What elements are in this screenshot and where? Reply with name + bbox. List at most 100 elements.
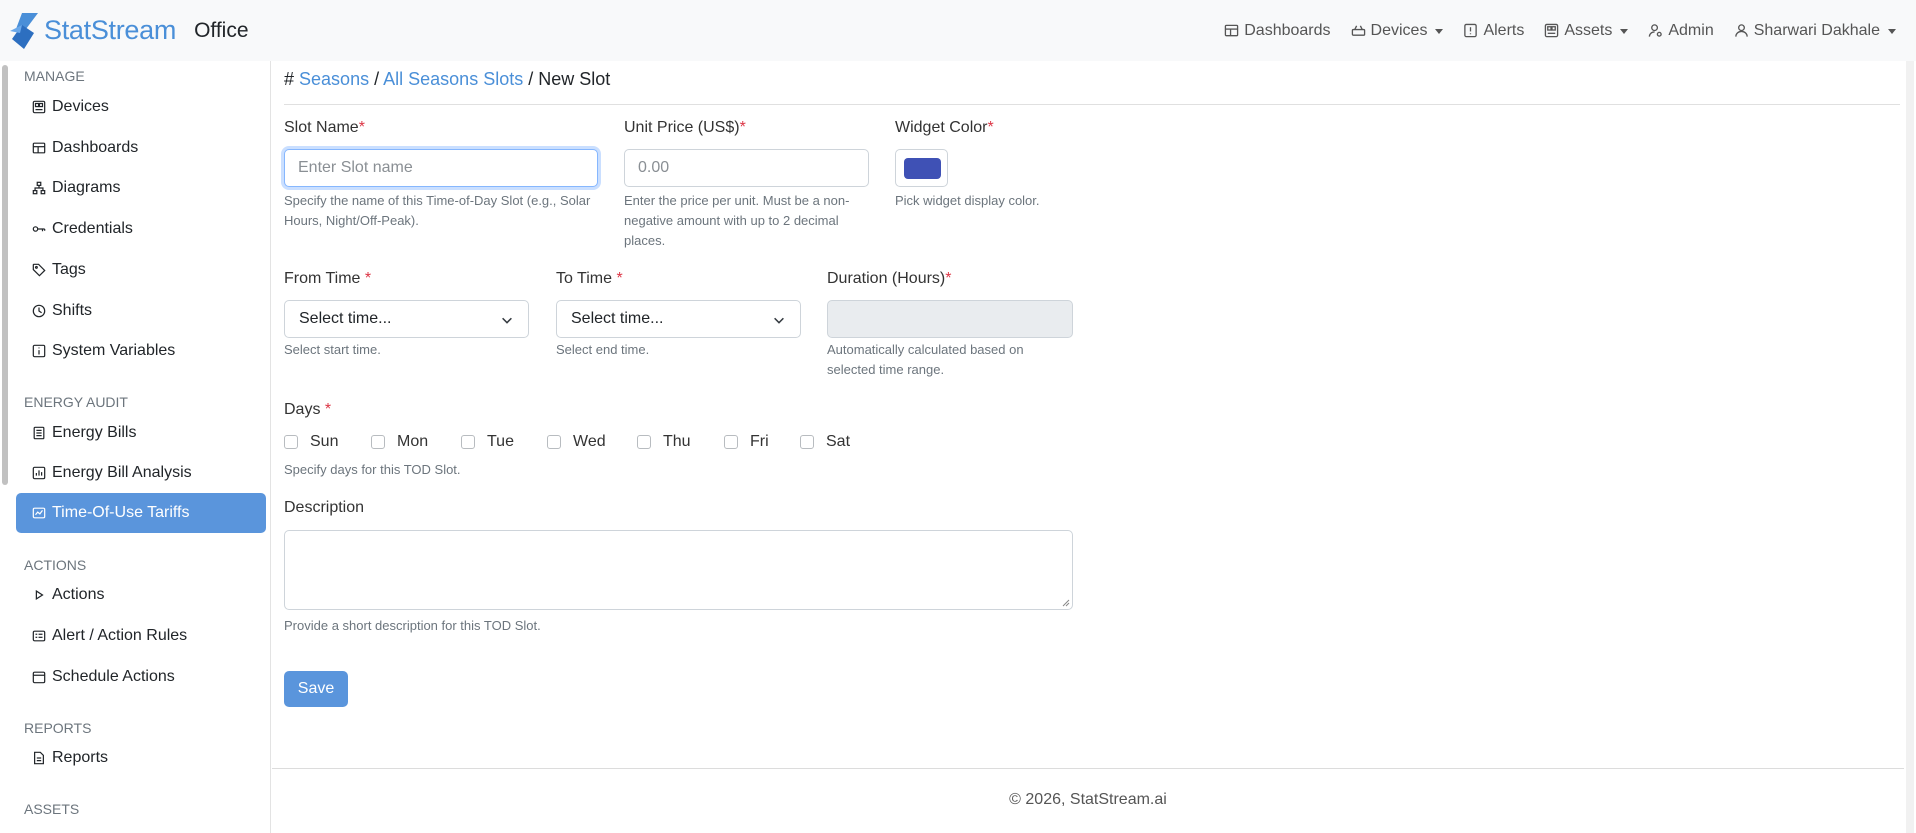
checkbox[interactable] (371, 435, 385, 449)
breadcrumb: # Seasons / All Seasons Slots / New Slot (284, 69, 610, 90)
page-scrollbar[interactable] (1906, 61, 1914, 833)
day-checkbox-fri[interactable]: Fri (724, 433, 769, 451)
sidebar-item-time-of-use-tariffs[interactable]: Time-Of-Use Tariffs (16, 493, 266, 533)
diagram-icon (32, 181, 46, 195)
sidebar-scrollbar[interactable] (2, 65, 8, 485)
sidebar-item-label: Tags (52, 261, 86, 278)
breadcrumb-seasons-link[interactable]: Seasons (299, 69, 369, 89)
sidebar-item-label: Alert / Action Rules (52, 627, 188, 644)
checkbox[interactable] (461, 435, 475, 449)
required-mark: * (358, 119, 365, 136)
slot-name-input[interactable] (284, 149, 598, 187)
required-mark: * (616, 270, 623, 287)
widget-color-picker[interactable] (895, 149, 948, 187)
to-time-select[interactable]: Select time... (556, 300, 801, 338)
rules-icon (32, 630, 46, 642)
brand[interactable]: StatStream Office (8, 11, 249, 51)
nav-alerts[interactable]: Alerts (1463, 22, 1524, 40)
devices-icon (1351, 25, 1365, 36)
save-button[interactable]: Save (284, 671, 348, 707)
nav-dashboards-label: Dashboards (1244, 21, 1331, 39)
breadcrumb-divider (284, 104, 1900, 105)
nav-user-menu[interactable]: Sharwari Dakhale (1734, 22, 1896, 40)
checkbox[interactable] (284, 435, 298, 449)
sidebar-item-credentials[interactable]: Credentials (16, 209, 266, 249)
from-time-hint: Select start time. (284, 342, 381, 357)
report-icon (34, 751, 44, 765)
calendar-icon (32, 671, 46, 684)
sidebar-section-manage: MANAGE (24, 68, 85, 84)
footer-divider (272, 768, 1904, 769)
key-icon (32, 226, 46, 232)
nav-assets[interactable]: Assets (1544, 21, 1629, 40)
checkbox[interactable] (800, 435, 814, 449)
description-label: Description (284, 499, 365, 516)
nav-admin-label: Admin (1668, 21, 1714, 39)
breadcrumb-all-slots-link[interactable]: All Seasons Slots (383, 69, 523, 89)
required-mark: * (324, 401, 332, 418)
sidebar-section-energy-audit: ENERGY AUDIT (24, 394, 128, 410)
sidebar-item-devices[interactable]: Devices (16, 87, 266, 127)
chevron-down-icon (774, 317, 784, 324)
sidebar-item-diagrams[interactable]: Diagrams (16, 168, 266, 208)
sidebar-item-alert-action-rules[interactable]: Alert / Action Rules (16, 616, 266, 656)
sidebar-section-assets: ASSETS (24, 801, 80, 817)
nav-assets-label: Assets (1564, 21, 1613, 39)
nav-admin[interactable]: Admin (1648, 21, 1714, 40)
sidebar: MANAGE Devices Dashboards Diagrams Crede… (0, 61, 271, 833)
assets-icon (1545, 23, 1559, 38)
from-time-label: From Time * (284, 270, 372, 287)
bill-icon (33, 426, 45, 440)
device-icon (32, 100, 46, 114)
sidebar-item-dashboards[interactable]: Dashboards (16, 128, 266, 168)
breadcrumb-separator: / (528, 69, 534, 89)
sidebar-item-label: Energy Bill Analysis (52, 464, 192, 481)
sidebar-item-schedule-actions[interactable]: Schedule Actions (16, 657, 266, 697)
chevron-down-icon (502, 317, 512, 324)
checkbox[interactable] (547, 435, 561, 449)
sidebar-item-tags[interactable]: Tags (16, 250, 266, 290)
tag-icon (32, 263, 46, 277)
info-icon (32, 344, 46, 358)
statstream-logo-icon (10, 12, 38, 49)
from-time-select[interactable]: Select time... (284, 300, 529, 338)
top-navbar: StatStream Office Dashboards Devices Ale… (0, 0, 1916, 61)
sidebar-item-shifts[interactable]: Shifts (16, 291, 266, 331)
checkbox[interactable] (637, 435, 651, 449)
sidebar-item-label: Time-Of-Use Tariffs (52, 504, 190, 521)
nav-devices-label: Devices (1370, 21, 1428, 39)
breadcrumb-hash: # (284, 69, 295, 89)
sidebar-item-label: Actions (52, 586, 105, 603)
day-checkbox-tue[interactable]: Tue (461, 433, 514, 451)
nav-dashboards[interactable]: Dashboards (1224, 21, 1331, 40)
day-checkbox-sun[interactable]: Sun (284, 433, 338, 451)
unit-price-input[interactable] (624, 149, 869, 187)
widget-color-swatch (904, 158, 941, 179)
day-checkbox-mon[interactable]: Mon (371, 433, 428, 451)
day-checkbox-thu[interactable]: Thu (637, 433, 691, 451)
duration-hint: Automatically calculated based on select… (827, 342, 1024, 377)
workspace-name: Office (194, 18, 249, 42)
unit-price-hint: Enter the price per unit. Must be a non-… (624, 193, 850, 248)
sidebar-item-label: Diagrams (52, 179, 121, 196)
day-checkbox-sat[interactable]: Sat (800, 433, 850, 451)
checkbox[interactable] (724, 435, 738, 449)
sidebar-item-actions[interactable]: Actions (16, 575, 266, 615)
from-time-value: Select time... (299, 310, 392, 327)
sidebar-item-reports[interactable]: Reports (16, 738, 266, 778)
sidebar-item-label: System Variables (52, 342, 176, 359)
nav-devices[interactable]: Devices (1351, 22, 1444, 40)
to-time-value: Select time... (571, 310, 664, 327)
sidebar-item-energy-bill-analysis[interactable]: Energy Bill Analysis (16, 453, 266, 493)
chart-icon (32, 466, 46, 480)
breadcrumb-current: New Slot (538, 69, 611, 89)
day-checkbox-wed[interactable]: Wed (547, 433, 606, 451)
duration-label: Duration (Hours)* (827, 270, 952, 287)
description-textarea[interactable] (284, 530, 1073, 610)
dashboard-icon (1225, 24, 1239, 37)
sidebar-item-label: Shifts (52, 302, 93, 319)
widget-color-label: Widget Color* (895, 119, 994, 136)
resize-handle-icon[interactable] (1062, 599, 1070, 607)
sidebar-item-energy-bills[interactable]: Energy Bills (16, 413, 266, 453)
sidebar-item-system-variables[interactable]: System Variables (16, 331, 266, 371)
